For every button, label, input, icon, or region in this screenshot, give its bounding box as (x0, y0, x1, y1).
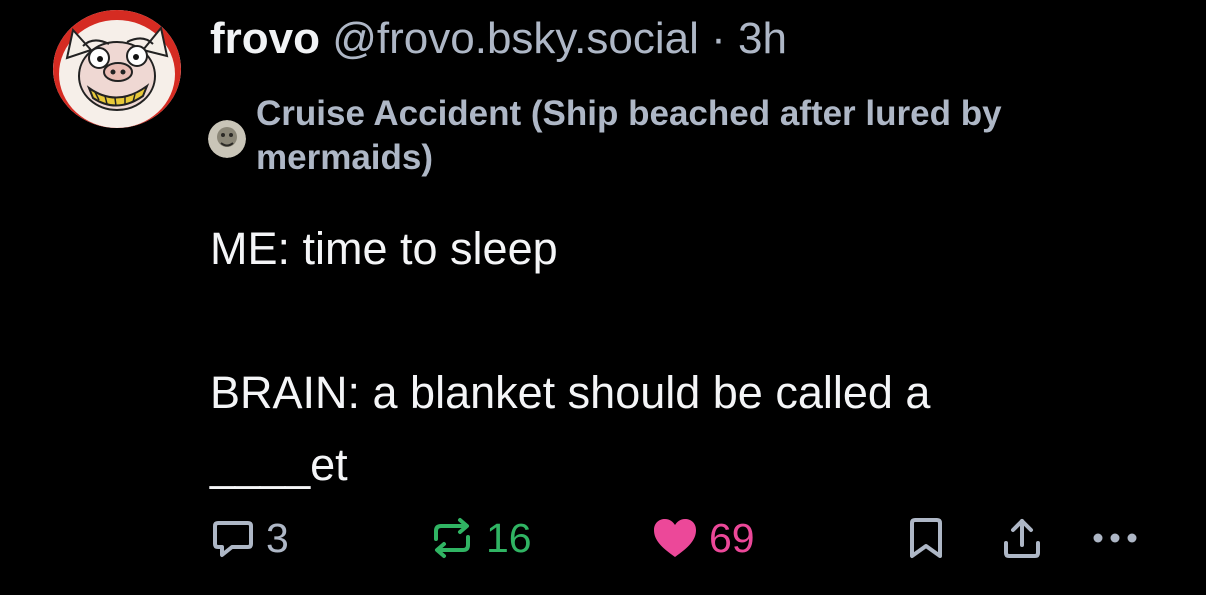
author-handle[interactable]: @frovo.bsky.social (332, 14, 699, 63)
like-count: 69 (709, 514, 755, 561)
like-button[interactable]: 69 (651, 508, 755, 568)
speech-bubble-icon (213, 521, 253, 557)
post-body: ME: time to sleep BRAIN: a blanket shoul… (210, 213, 1160, 501)
post-actions: 3 16 69 (0, 508, 1206, 568)
post-text-line: ____et (210, 439, 348, 490)
bookmark-button[interactable] (906, 508, 946, 568)
author-display-name[interactable]: frovo (210, 14, 320, 63)
post-header: frovo @frovo.bsky.social · 3h (210, 12, 787, 66)
reply-button[interactable]: 3 (210, 508, 289, 568)
ellipsis-icon (1093, 533, 1137, 543)
share-upload-icon (1004, 519, 1040, 558)
repost-button[interactable]: 16 (428, 508, 532, 568)
post-timestamp[interactable]: 3h (738, 14, 787, 63)
repost-arrows-icon (434, 518, 470, 558)
author-avatar[interactable] (53, 10, 181, 128)
post-text-line: BRAIN: a blanket should be called a (210, 367, 931, 418)
reply-count: 3 (266, 514, 289, 561)
post-text-line (210, 285, 1160, 357)
bookmark-icon (910, 518, 942, 558)
repost-count: 16 (486, 514, 532, 561)
pig-monster-avatar-image (53, 10, 181, 128)
feed-context-label: Cruise Accident (Ship beached after lure… (256, 94, 1002, 177)
header-separator: · (711, 14, 726, 63)
share-button[interactable] (1000, 508, 1044, 568)
post-text-line: ME: time to sleep (210, 223, 558, 274)
feed-avatar-icon (208, 120, 246, 158)
more-options-button[interactable] (1090, 508, 1140, 568)
heart-filled-icon (654, 519, 696, 557)
